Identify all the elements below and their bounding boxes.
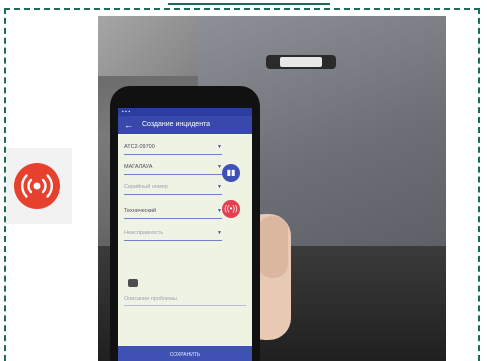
caret-down-icon: ▼ — [217, 144, 222, 150]
field-4-value: Технический — [124, 208, 157, 214]
comment-field[interactable]: Описание проблемы — [124, 293, 246, 306]
radio-waves-icon — [14, 163, 60, 209]
save-button[interactable]: СОХРАНИТЬ — [118, 346, 252, 361]
field-5-value: Неисправность — [124, 230, 164, 236]
caret-down-icon: ▼ — [217, 230, 222, 236]
phone-screen: ▪ ▪ ▪ ← Создание инцидента АТС2-09700 ▼ … — [118, 108, 252, 361]
photo: ▪ ▪ ▪ ← Создание инцидента АТС2-09700 ▼ … — [98, 16, 446, 361]
comment-placeholder: Описание проблемы — [124, 296, 177, 302]
caret-down-icon: ▼ — [217, 184, 222, 190]
field-1-value: АТС2-09700 — [124, 144, 155, 150]
top-rule — [168, 3, 330, 5]
field-3[interactable]: Серийный номер ▼ — [124, 180, 222, 195]
list-button[interactable]: ▮▮ — [222, 164, 240, 182]
field-5[interactable]: Неисправность ▼ — [124, 226, 222, 241]
thumb — [258, 216, 288, 278]
app-bar: ← Создание инцидента — [118, 116, 252, 134]
camera-icon[interactable] — [128, 279, 138, 287]
field-2[interactable]: МАГАЛАУА ▼ — [124, 160, 222, 175]
field-1[interactable]: АТС2-09700 ▼ — [124, 140, 222, 155]
field-4[interactable]: Технический ▼ — [124, 204, 222, 219]
nfc-scan-button[interactable]: ((•)) — [222, 200, 240, 218]
field-2-value: МАГАЛАУА — [124, 164, 153, 170]
status-bar: ▪ ▪ ▪ — [118, 108, 252, 116]
save-label: СОХРАНИТЬ — [169, 352, 201, 358]
nfc-tag — [266, 55, 336, 69]
radio-icon-card[interactable] — [6, 148, 72, 224]
app-title: Создание инцидента — [142, 121, 211, 128]
nfc-tag-label — [280, 57, 322, 67]
list-icon: ▮▮ — [226, 168, 236, 177]
arrow-left-icon[interactable]: ← — [124, 116, 133, 134]
field-3-value: Серийный номер — [124, 184, 168, 190]
radio-waves-icon: ((•)) — [224, 204, 238, 213]
phone: ▪ ▪ ▪ ← Создание инцидента АТС2-09700 ▼ … — [110, 86, 260, 361]
